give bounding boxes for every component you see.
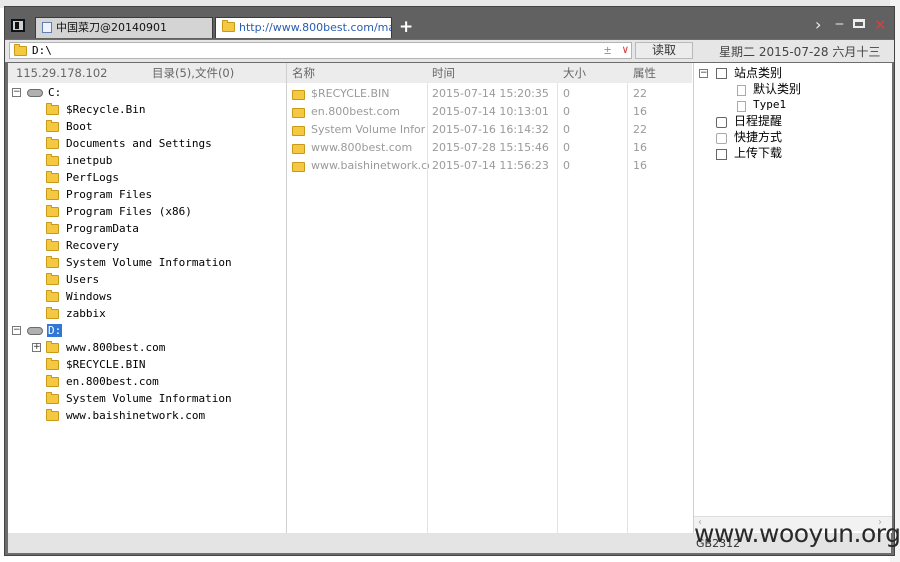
column-name[interactable]: 名称 [292, 63, 315, 83]
folder-icon [292, 90, 305, 100]
folder-icon [46, 341, 59, 353]
new-tab-button[interactable]: + [399, 18, 413, 36]
folder-icon [46, 358, 59, 370]
file-row[interactable]: $RECYCLE.BIN 2015-07-14 15:20:35 0 22 [287, 85, 692, 103]
collapse-d-icon[interactable]: − [12, 326, 21, 335]
folder-icon [46, 256, 59, 268]
checkbox-icon[interactable] [716, 68, 727, 79]
drive-icon [27, 89, 43, 97]
folder-icon [14, 44, 27, 56]
tab-home[interactable]: 中国菜刀@20140901 [35, 17, 213, 38]
folder-icon [46, 205, 59, 217]
folder-icon [292, 162, 305, 172]
folder-icon [222, 20, 235, 32]
folder-icon [292, 108, 305, 118]
app-menu-icon[interactable] [11, 19, 25, 32]
expand-icon[interactable]: + [32, 343, 41, 352]
folder-icon [46, 120, 59, 132]
page-icon [42, 21, 52, 33]
path-value: D:\ [32, 44, 52, 57]
tab-site-label: http://www.800best.com/ma... [239, 21, 392, 34]
watermark-text: www.wooyun.org [694, 519, 900, 548]
date-display: 星期二 2015-07-28 六月十三 [719, 45, 881, 59]
column-attr[interactable]: 属性 [633, 63, 656, 83]
folder-icon [46, 188, 59, 200]
folder-icon [46, 307, 59, 319]
folder-icon [46, 273, 59, 285]
folder-icon [46, 409, 59, 421]
main-body: 115.29.178.102 目录(5),文件(0) − C: $Recycle… [8, 63, 892, 533]
path-input[interactable]: D:\ ± ∨ [9, 42, 632, 59]
minimize-button[interactable]: ‒ [835, 16, 844, 32]
category-default[interactable]: 默认类别 [753, 81, 801, 97]
hand-icon [716, 133, 727, 144]
column-time[interactable]: 时间 [432, 63, 455, 83]
file-row[interactable]: en.800best.com 2015-07-14 10:13:01 0 16 [287, 103, 692, 121]
directory-tree-panel: 115.29.178.102 目录(5),文件(0) − C: $Recycle… [8, 63, 287, 533]
checkbox-icon[interactable] [716, 149, 727, 160]
folder-icon [46, 375, 59, 387]
folder-icon [292, 126, 305, 136]
tab-bar: 中国菜刀@20140901 http://www.800best.com/ma.… [5, 7, 894, 39]
folder-icon [46, 103, 59, 115]
drive-icon [27, 327, 43, 335]
doc-icon [737, 85, 746, 96]
maximize-button[interactable] [853, 19, 865, 28]
tab-home-label: 中国菜刀@20140901 [56, 21, 167, 34]
file-row[interactable]: System Volume Inform... 2015-07-16 16:14… [287, 121, 692, 139]
chevron-down-icon[interactable]: ∨ [622, 42, 629, 57]
collapse-c-icon[interactable]: − [12, 88, 21, 97]
folder-icon [46, 290, 59, 302]
collapse-sites-icon[interactable]: − [699, 69, 708, 78]
schedule-reminder[interactable]: 日程提醒 [734, 113, 782, 129]
tab-site[interactable]: http://www.800best.com/ma... [215, 17, 392, 38]
file-list-panel: 名称 时间 大小 属性 $RECYCLE.BIN 2015-07-14 15:2… [287, 63, 692, 533]
file-row[interactable]: www.800best.com 2015-07-28 15:15:46 0 16 [287, 139, 692, 157]
folder-icon [292, 144, 305, 154]
folder-icon [46, 222, 59, 234]
folder-icon [46, 392, 59, 404]
column-size[interactable]: 大小 [563, 63, 586, 83]
close-button[interactable]: ✕ [874, 17, 887, 33]
file-row[interactable]: www.baishinetwork.com 2015-07-14 11:56:2… [287, 157, 692, 175]
tree-drive-c[interactable]: C: [48, 84, 61, 101]
read-button[interactable]: 读取 [635, 42, 693, 59]
folder-icon [46, 171, 59, 183]
dir-file-count: 目录(5),文件(0) [152, 66, 235, 80]
upload-download[interactable]: 上传下载 [734, 145, 782, 161]
shortcuts[interactable]: 快捷方式 [734, 129, 782, 145]
file-list-header: 名称 时间 大小 属性 [287, 63, 692, 83]
history-icon[interactable]: ± [604, 43, 611, 58]
folder-icon [46, 154, 59, 166]
bookmark-panel: − 站点类别 默认类别 Type1 日程提醒 快捷方式 上传下载 ‹ › [693, 63, 892, 533]
address-bar: D:\ ± ∨ 读取 星期二 2015-07-28 六月十三 [5, 40, 894, 62]
category-type1[interactable]: Type1 [753, 97, 786, 113]
chevron-right-icon[interactable]: › [815, 17, 821, 33]
tree-drive-d[interactable]: D: [47, 322, 63, 339]
clock-icon [716, 117, 727, 128]
connection-info-bar: 115.29.178.102 目录(5),文件(0) [8, 63, 286, 83]
site-categories[interactable]: 站点类别 [734, 65, 782, 81]
server-ip: 115.29.178.102 [16, 66, 108, 80]
folder-icon [46, 137, 59, 149]
doc-icon [737, 101, 746, 112]
folder-icon [46, 239, 59, 251]
app-window: 中国菜刀@20140901 http://www.800best.com/ma.… [4, 6, 895, 556]
